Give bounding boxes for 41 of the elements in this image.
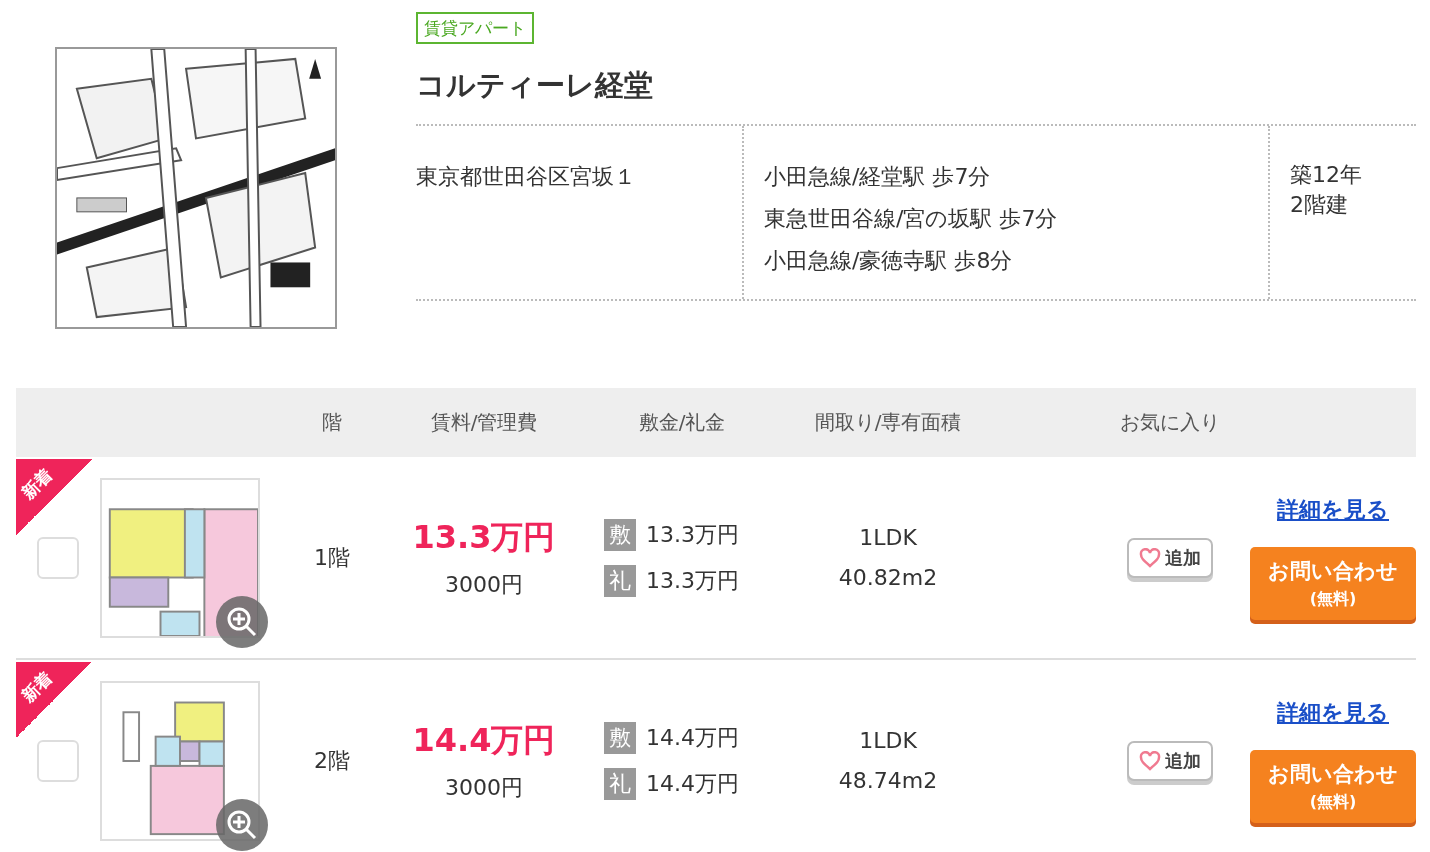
station-access-text: 小田急線/豪徳寺駅 歩8分 [764, 247, 1014, 275]
column-header: 敷金/礼金 [637, 409, 727, 436]
management-fee: 3000円 [444, 773, 524, 802]
deposit-amount: 14.4万円 [646, 723, 739, 752]
area-text: 40.82m2 [837, 563, 939, 592]
key-money-amount: 14.4万円 [646, 769, 739, 798]
column-header: お気に入り [1119, 409, 1221, 436]
station-access-text: 小田急線/経堂駅 歩7分 [764, 163, 992, 191]
heart-icon [1139, 547, 1161, 568]
details-link[interactable]: 詳細を見る [1277, 495, 1389, 525]
floor-text: 2階 [313, 746, 351, 775]
layout-text: 1LDK [858, 726, 918, 755]
checkbox[interactable] [37, 536, 79, 579]
management-fee: 3000円 [444, 570, 524, 599]
deposit-amount: 13.3万円 [646, 520, 739, 549]
category-tag: 賃貸アパート [416, 12, 534, 44]
key-money-label: 礼 [604, 767, 636, 800]
building-age-text: 築12年 [1290, 161, 1363, 189]
column-header: 階 [321, 409, 343, 436]
address-text: 東京都世田谷区宮坂１ [416, 163, 637, 191]
new-badge: 新着 [16, 459, 92, 535]
deposit-label: 敷 [604, 518, 636, 551]
details-link[interactable]: 詳細を見る [1277, 698, 1389, 728]
property-name: コルティーレ経堂 [416, 67, 653, 104]
rent-price: 13.3万円 [411, 516, 557, 558]
zoom-in-icon[interactable] [216, 595, 268, 648]
zoom-in-icon[interactable] [216, 798, 268, 851]
deposit-label: 敷 [604, 721, 636, 754]
heart-icon [1139, 750, 1161, 771]
rent-price: 14.4万円 [411, 719, 557, 761]
checkbox[interactable] [37, 739, 79, 782]
area-text: 48.74m2 [837, 766, 939, 795]
station-access-text: 東急世田谷線/宮の坂駅 歩7分 [764, 205, 1059, 233]
key-money-label: 礼 [604, 564, 636, 597]
building-floors-text: 2階建 [1290, 191, 1349, 219]
layout-text: 1LDK [858, 523, 918, 552]
key-money-amount: 13.3万円 [646, 566, 739, 595]
floor-text: 1階 [313, 543, 351, 572]
column-header: 賃料/管理費 [429, 409, 539, 436]
new-badge: 新着 [16, 662, 92, 738]
column-header: 間取り/専有面積 [813, 409, 963, 436]
